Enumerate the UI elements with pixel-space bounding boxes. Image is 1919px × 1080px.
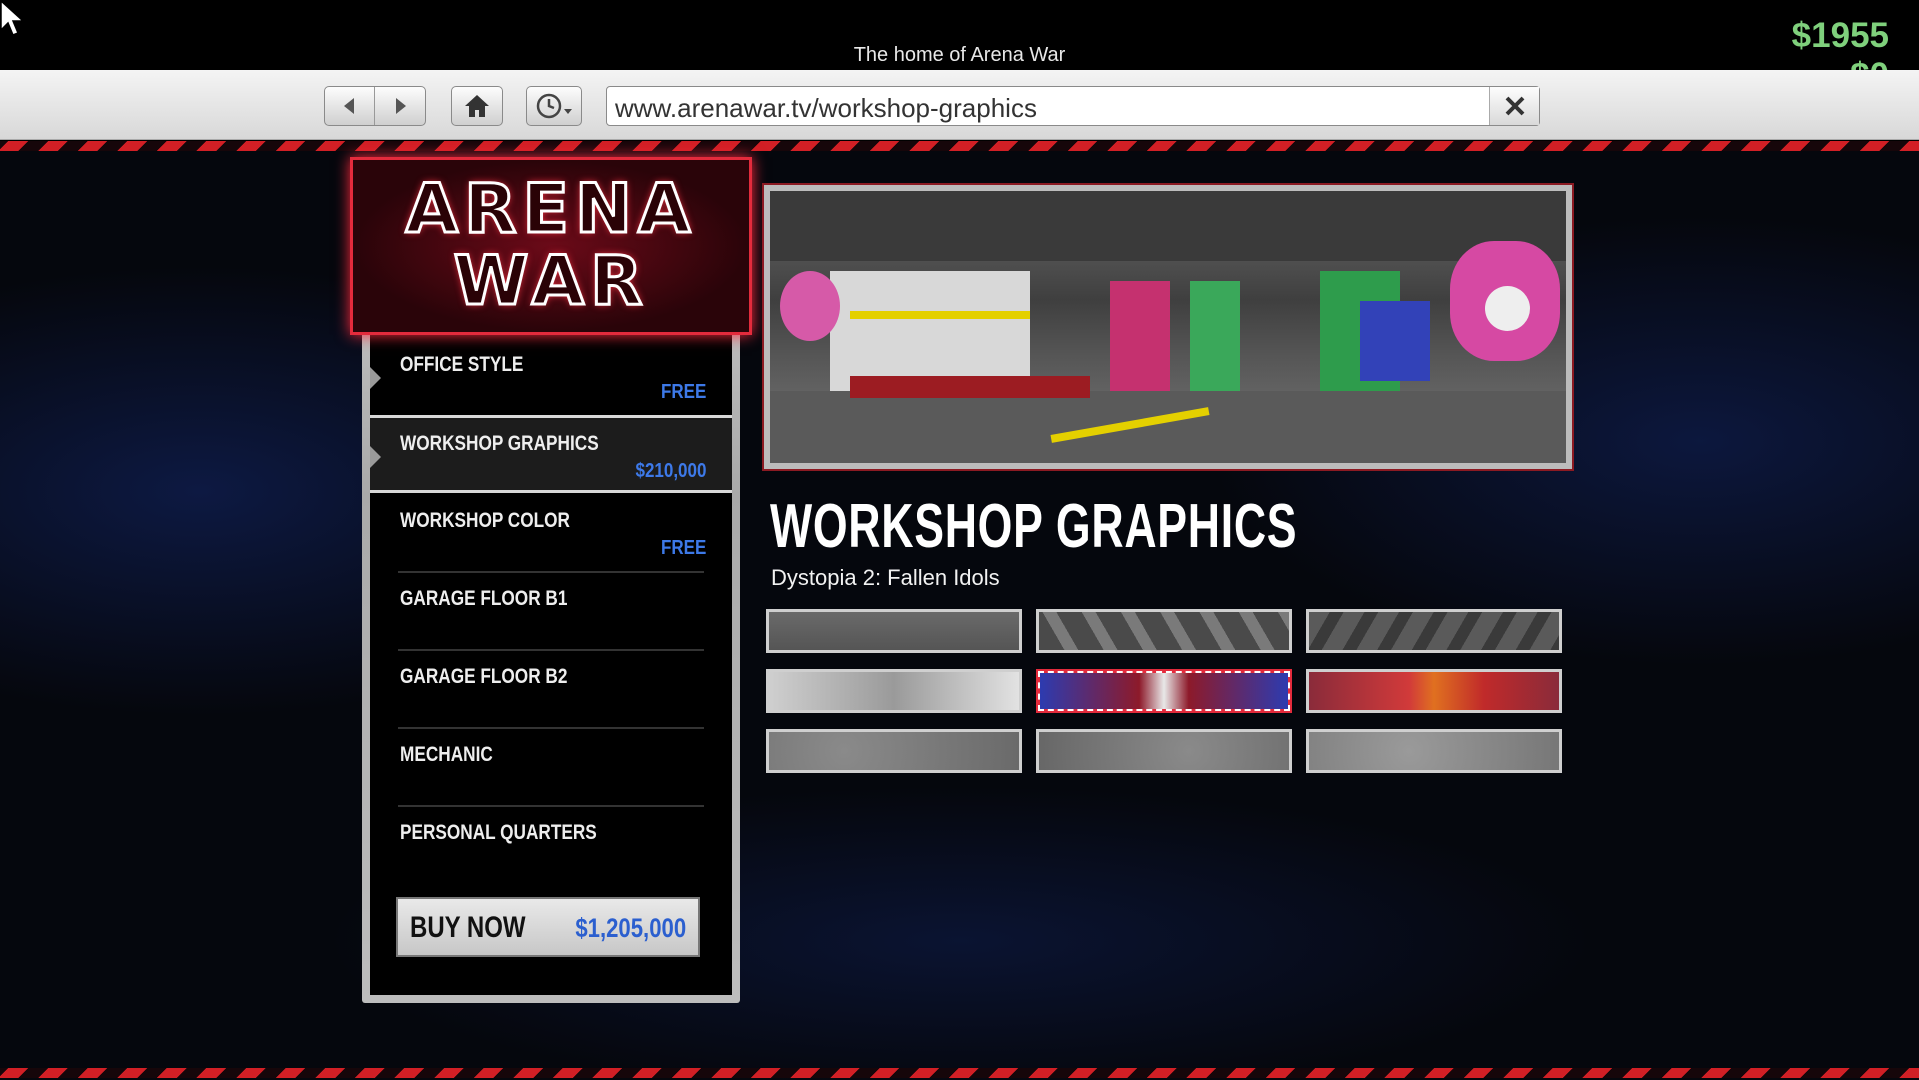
history-clock-icon: [536, 93, 572, 119]
close-icon: [1505, 96, 1524, 116]
preview-graffiti-green: [1190, 281, 1240, 391]
url-bar[interactable]: www.arenawar.tv/workshop-graphics: [606, 86, 1540, 126]
home-button[interactable]: [452, 87, 502, 125]
menu-item-personal-quarters[interactable]: PERSONAL QUARTERS: [370, 807, 732, 885]
sidebar-panel: ARENA WAR OFFICE STYLE FREE WORKSHOP GRA…: [350, 157, 752, 1003]
graphic-option-6[interactable]: [1306, 669, 1562, 713]
menu-item-label: GARAGE FLOOR B1: [400, 587, 568, 610]
preview-railing: [850, 311, 1030, 319]
mouse-cursor-icon: [0, 0, 25, 36]
buy-now-price: $1,205,000: [575, 913, 686, 943]
preview-graffiti-blue: [1360, 301, 1430, 381]
menu-item-label: WORKSHOP COLOR: [400, 509, 570, 532]
menu-arrow-icon: [370, 367, 381, 389]
menu-arrow-icon: [370, 446, 381, 468]
menu-item-label: WORKSHOP GRAPHICS: [400, 432, 599, 455]
graphic-option-7[interactable]: [766, 729, 1022, 773]
menu-item-label: GARAGE FLOOR B2: [400, 665, 568, 688]
window-title: The home of Arena War: [853, 44, 1066, 66]
forward-arrow-icon: [396, 98, 406, 114]
preview-floor: [770, 391, 1566, 463]
buy-now-button[interactable]: BUY NOW $1,205,000: [396, 897, 700, 957]
hazard-stripe-bottom: [0, 1068, 1919, 1078]
nav-buttons: [324, 86, 426, 126]
graphic-option-4[interactable]: [766, 669, 1022, 713]
browser-toolbar: www.arenawar.tv/workshop-graphics: [0, 70, 1919, 140]
history-button[interactable]: [527, 87, 581, 125]
title-bar: The home of Arena War $1955 $0: [0, 0, 1919, 95]
menu-item-label: MECHANIC: [400, 743, 493, 766]
menu-item-mechanic[interactable]: MECHANIC: [370, 729, 732, 807]
home-button-wrap: [451, 86, 503, 126]
preview-skull-face: [1485, 286, 1530, 331]
workshop-preview-image: [762, 183, 1574, 471]
menu-item-workshop-color[interactable]: WORKSHOP COLOR FREE: [370, 495, 732, 573]
home-icon: [465, 95, 489, 117]
wallet-cash: $1955: [1791, 16, 1889, 55]
graphic-option-2[interactable]: [1036, 609, 1292, 653]
buy-now-label: BUY NOW: [410, 911, 526, 944]
web-page: ARENA WAR OFFICE STYLE FREE WORKSHOP GRA…: [0, 141, 1919, 1080]
menu-item-workshop-graphics[interactable]: WORKSHOP GRAPHICS $210,000: [370, 415, 732, 493]
logo-line-1: ARENA: [404, 170, 697, 249]
preview-wall: [830, 271, 1030, 391]
menu-item-label: PERSONAL QUARTERS: [400, 821, 597, 844]
graphic-option-9[interactable]: [1306, 729, 1562, 773]
menu-item-price: $210,000: [635, 460, 706, 482]
menu-item-garage-floor-b2[interactable]: GARAGE FLOOR B2: [370, 651, 732, 729]
url-text: www.arenawar.tv/workshop-graphics: [615, 93, 1037, 123]
menu-item-office-style[interactable]: OFFICE STYLE FREE: [370, 339, 732, 417]
history-button-wrap: [526, 86, 582, 126]
preview-toolboxes: [850, 376, 1090, 398]
section-subtitle: Dystopia 2: Fallen Idols: [771, 565, 1000, 590]
menu-item-label: OFFICE STYLE: [400, 353, 524, 376]
menu-item-price: FREE: [660, 537, 706, 559]
close-url-button[interactable]: [1489, 87, 1539, 125]
menu-item-price: FREE: [660, 381, 706, 403]
hazard-stripe-top: [0, 141, 1919, 151]
logo-line-2: WAR: [452, 242, 649, 321]
graphic-option-5[interactable]: [1036, 669, 1292, 713]
graphic-option-3[interactable]: [1306, 609, 1562, 653]
graphic-option-8[interactable]: [1036, 729, 1292, 773]
arena-war-logo: ARENA WAR: [350, 157, 752, 335]
graphic-option-1[interactable]: [766, 609, 1022, 653]
preview-ceiling: [770, 191, 1566, 261]
menu-item-garage-floor-b1[interactable]: GARAGE FLOOR B1: [370, 573, 732, 651]
forward-button[interactable]: [375, 87, 425, 125]
back-arrow-icon: [343, 98, 354, 114]
section-title: WORKSHOP GRAPHICS: [770, 492, 1298, 561]
back-button[interactable]: [325, 87, 375, 125]
preview-graffiti-red: [1110, 281, 1170, 391]
preview-graffiti-pink: [780, 271, 840, 341]
